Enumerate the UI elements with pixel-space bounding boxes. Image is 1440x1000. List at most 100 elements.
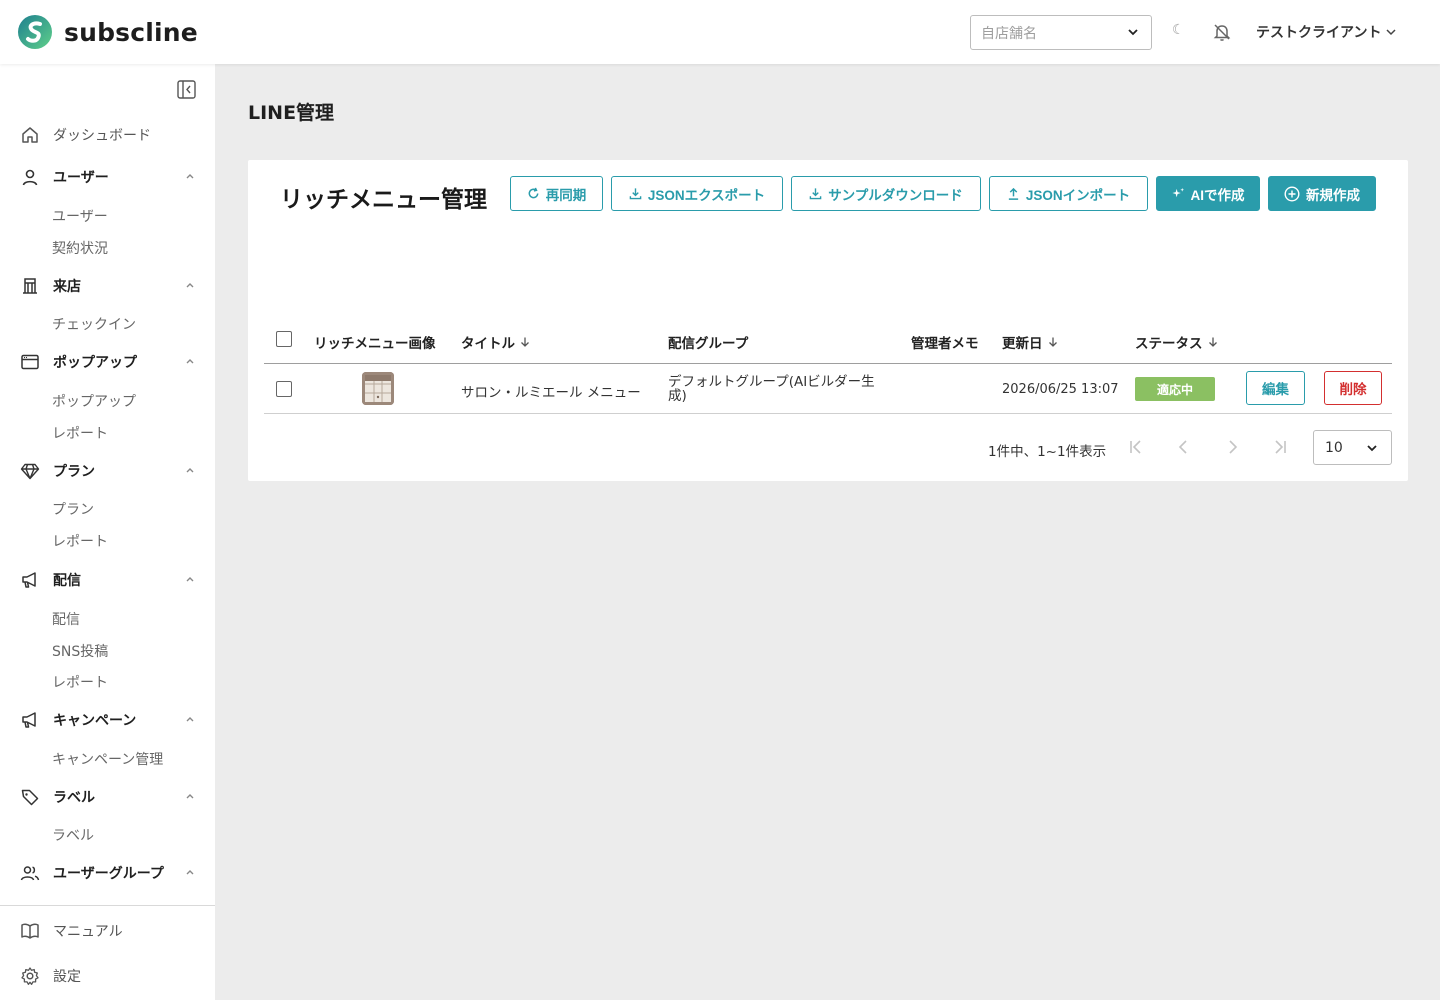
- notification-off-icon[interactable]: [1212, 22, 1232, 42]
- column-header-group: 配信グループ: [668, 332, 748, 352]
- chevron-up-icon: [186, 283, 194, 288]
- sidebar-section-user-groups[interactable]: ユーザーグループ: [20, 863, 195, 883]
- sort-down-icon: [521, 337, 529, 347]
- rich-menu-thumbnail[interactable]: [362, 372, 394, 405]
- column-header-updated[interactable]: 更新日: [1002, 332, 1059, 352]
- chevron-up-icon: [186, 468, 194, 473]
- sidebar-item-popup-report[interactable]: レポート: [52, 423, 108, 443]
- pagination-info: 1件中、1~1件表示: [988, 444, 1107, 460]
- sidebar-section-label: プラン: [53, 464, 95, 480]
- delete-button[interactable]: 削除: [1324, 371, 1382, 405]
- column-header-title[interactable]: タイトル: [461, 332, 531, 352]
- sample-download-button[interactable]: サンプルダウンロード: [791, 176, 981, 211]
- page-size-select[interactable]: 10: [1313, 430, 1392, 465]
- chevron-down-icon: [1386, 29, 1396, 36]
- sparkle-icon: [1171, 187, 1184, 198]
- brand-name: subscline: [64, 17, 198, 47]
- dark-mode-icon[interactable]: ☾: [1172, 22, 1185, 38]
- sidebar-item-plans[interactable]: プラン: [52, 499, 94, 519]
- plus-circle-icon: [1284, 185, 1300, 202]
- row-group-line: デフォルトグループ(AIビルダー生: [668, 374, 875, 390]
- building-icon: [23, 278, 37, 294]
- download-icon: [629, 188, 642, 200]
- brand-logo[interactable]: subscline: [16, 14, 198, 50]
- chevron-up-icon: [186, 359, 194, 364]
- json-export-button-label: JSONエクスポート: [647, 187, 766, 203]
- json-import-button[interactable]: JSONインポート: [989, 176, 1148, 211]
- chevron-up-icon: [186, 870, 194, 875]
- upload-icon: [1008, 187, 1019, 200]
- gear-icon: [21, 967, 39, 985]
- sidebar-section-label: ラベル: [53, 790, 95, 806]
- json-export-button[interactable]: JSONエクスポート: [611, 176, 783, 211]
- ai-create-button[interactable]: AIで作成: [1156, 176, 1260, 211]
- sidebar-item-campaign-management[interactable]: キャンペーン管理: [52, 749, 163, 769]
- sidebar-item-sns-post[interactable]: SNS投稿: [52, 641, 108, 661]
- sidebar-item-label: マニュアル: [53, 924, 123, 940]
- sidebar-item-users[interactable]: ユーザー: [52, 206, 108, 226]
- next-page-icon[interactable]: [1223, 438, 1241, 456]
- tag-icon: [21, 789, 39, 806]
- sidebar-item-labels[interactable]: ラベル: [52, 825, 94, 845]
- sidebar-section-users[interactable]: ユーザー: [20, 167, 195, 187]
- sidebar-section-delivery[interactable]: 配信: [20, 570, 195, 590]
- megaphone-icon: [22, 572, 36, 588]
- table-header-divider: [264, 363, 1392, 364]
- sidebar-section-campaigns[interactable]: キャンペーン: [20, 710, 195, 730]
- sidebar-item-contracts[interactable]: 契約状況: [52, 238, 108, 258]
- row-checkbox[interactable]: [276, 381, 292, 397]
- edit-button[interactable]: 編集: [1246, 371, 1305, 405]
- new-create-button-label: 新規作成: [1306, 187, 1360, 203]
- page-size-value: 10: [1325, 439, 1343, 456]
- sidebar-item-settings[interactable]: 設定: [20, 966, 81, 986]
- top-bar: subscline 自店舗名 ☾ テストクライアント: [0, 0, 1440, 64]
- sidebar-section-popups[interactable]: ポップアップ: [20, 352, 195, 372]
- megaphone-icon: [22, 712, 36, 728]
- select-all-checkbox[interactable]: [276, 331, 292, 347]
- store-select[interactable]: 自店舗名: [970, 15, 1152, 50]
- column-header-label: ステータス: [1135, 336, 1203, 352]
- row-group-line: 成): [668, 388, 687, 404]
- sidebar-item-plan-report[interactable]: レポート: [52, 531, 108, 551]
- chevron-down-icon: [1367, 445, 1377, 452]
- column-header-label: タイトル: [461, 336, 515, 352]
- refresh-icon: [528, 187, 539, 199]
- sidebar-section-label: 配信: [53, 573, 81, 589]
- row-group: デフォルトグループ(AIビルダー生 成): [668, 375, 875, 403]
- first-page-icon[interactable]: [1127, 438, 1145, 456]
- sidebar-item-delivery-report[interactable]: レポート: [52, 672, 108, 692]
- sidebar-section-label: ポップアップ: [53, 355, 137, 371]
- sidebar-section-label: 来店: [53, 279, 81, 295]
- page-title: LINE管理: [248, 102, 335, 124]
- column-header-label: 配信グループ: [668, 336, 749, 352]
- json-import-button-label: JSONインポート: [1025, 187, 1131, 203]
- chevron-up-icon: [186, 174, 194, 179]
- sample-download-button-label: サンプルダウンロード: [828, 187, 963, 203]
- column-header-image: リッチメニュー画像: [314, 332, 436, 352]
- logo-mark-icon: [18, 15, 52, 49]
- user-icon: [22, 169, 38, 186]
- sidebar-item-manual[interactable]: マニュアル: [20, 921, 123, 941]
- sidebar-item-delivery[interactable]: 配信: [52, 609, 80, 629]
- user-menu[interactable]: テストクライアント: [1256, 22, 1397, 42]
- last-page-icon[interactable]: [1271, 438, 1289, 456]
- rich-menu-image-icon: [362, 372, 394, 405]
- column-header-label: リッチメニュー画像: [314, 336, 436, 352]
- new-create-button[interactable]: 新規作成: [1268, 176, 1376, 211]
- column-header-memo: 管理者メモ: [911, 332, 979, 352]
- diamond-icon: [20, 463, 40, 480]
- sidebar-item-checkin[interactable]: チェックイン: [52, 314, 136, 334]
- sidebar-section-labels[interactable]: ラベル: [20, 787, 195, 807]
- sidebar-section-visits[interactable]: 来店: [20, 276, 195, 296]
- previous-page-icon[interactable]: [1175, 438, 1193, 456]
- resync-button[interactable]: 再同期: [510, 176, 603, 211]
- sidebar-section-label: ユーザーグループ: [53, 866, 164, 882]
- sidebar-collapse-icon[interactable]: [177, 80, 196, 99]
- column-header-status[interactable]: ステータス: [1135, 332, 1219, 352]
- download-icon: [809, 188, 822, 200]
- sidebar-item-dashboard[interactable]: ダッシュボード: [20, 125, 151, 145]
- status-badge: 適応中: [1135, 377, 1215, 401]
- sort-down-icon: [1208, 337, 1217, 347]
- sidebar-item-popups[interactable]: ポップアップ: [52, 391, 136, 411]
- sidebar-section-plans[interactable]: プラン: [20, 461, 195, 481]
